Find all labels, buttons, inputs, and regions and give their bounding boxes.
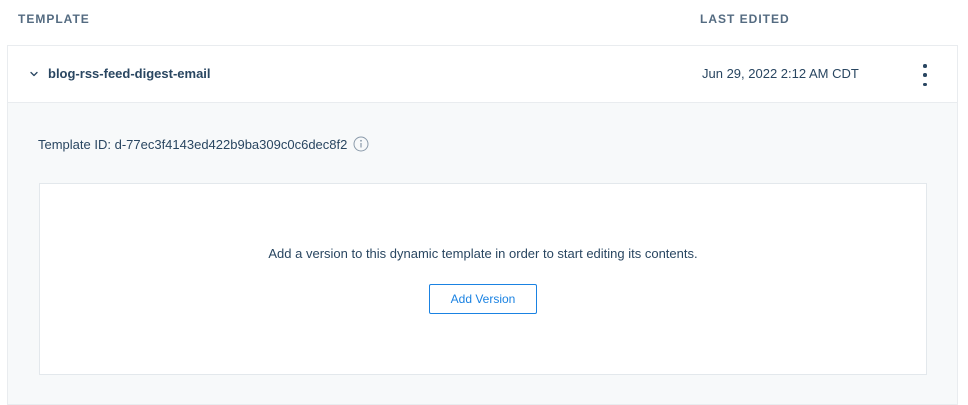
add-version-button[interactable]: Add Version bbox=[429, 284, 537, 314]
last-edited-date: Jun 29, 2022 2:12 AM CDT bbox=[702, 66, 859, 81]
template-id: Template ID: d-77ec3f4143ed422b9ba309c0c… bbox=[38, 136, 348, 152]
empty-versions-panel: Add a version to this dynamic template i… bbox=[39, 183, 927, 375]
kebab-menu-icon[interactable] bbox=[914, 62, 936, 88]
last-edited-column-header: LAST EDITED bbox=[700, 12, 790, 26]
chevron-down-icon[interactable] bbox=[28, 68, 40, 80]
template-name[interactable]: blog-rss-feed-digest-email bbox=[48, 66, 211, 81]
template-row[interactable]: blog-rss-feed-digest-email Jun 29, 2022 … bbox=[8, 46, 957, 103]
kebab-dot bbox=[923, 82, 927, 86]
info-icon[interactable] bbox=[353, 136, 369, 152]
kebab-dot bbox=[923, 73, 927, 77]
template-column-header: TEMPLATE bbox=[18, 12, 90, 26]
kebab-dot bbox=[923, 64, 927, 68]
table-header: TEMPLATE LAST EDITED bbox=[0, 0, 968, 45]
empty-state-message: Add a version to this dynamic template i… bbox=[268, 246, 698, 261]
template-card: blog-rss-feed-digest-email Jun 29, 2022 … bbox=[7, 45, 958, 405]
template-id-row: Template ID: d-77ec3f4143ed422b9ba309c0c… bbox=[38, 136, 369, 152]
